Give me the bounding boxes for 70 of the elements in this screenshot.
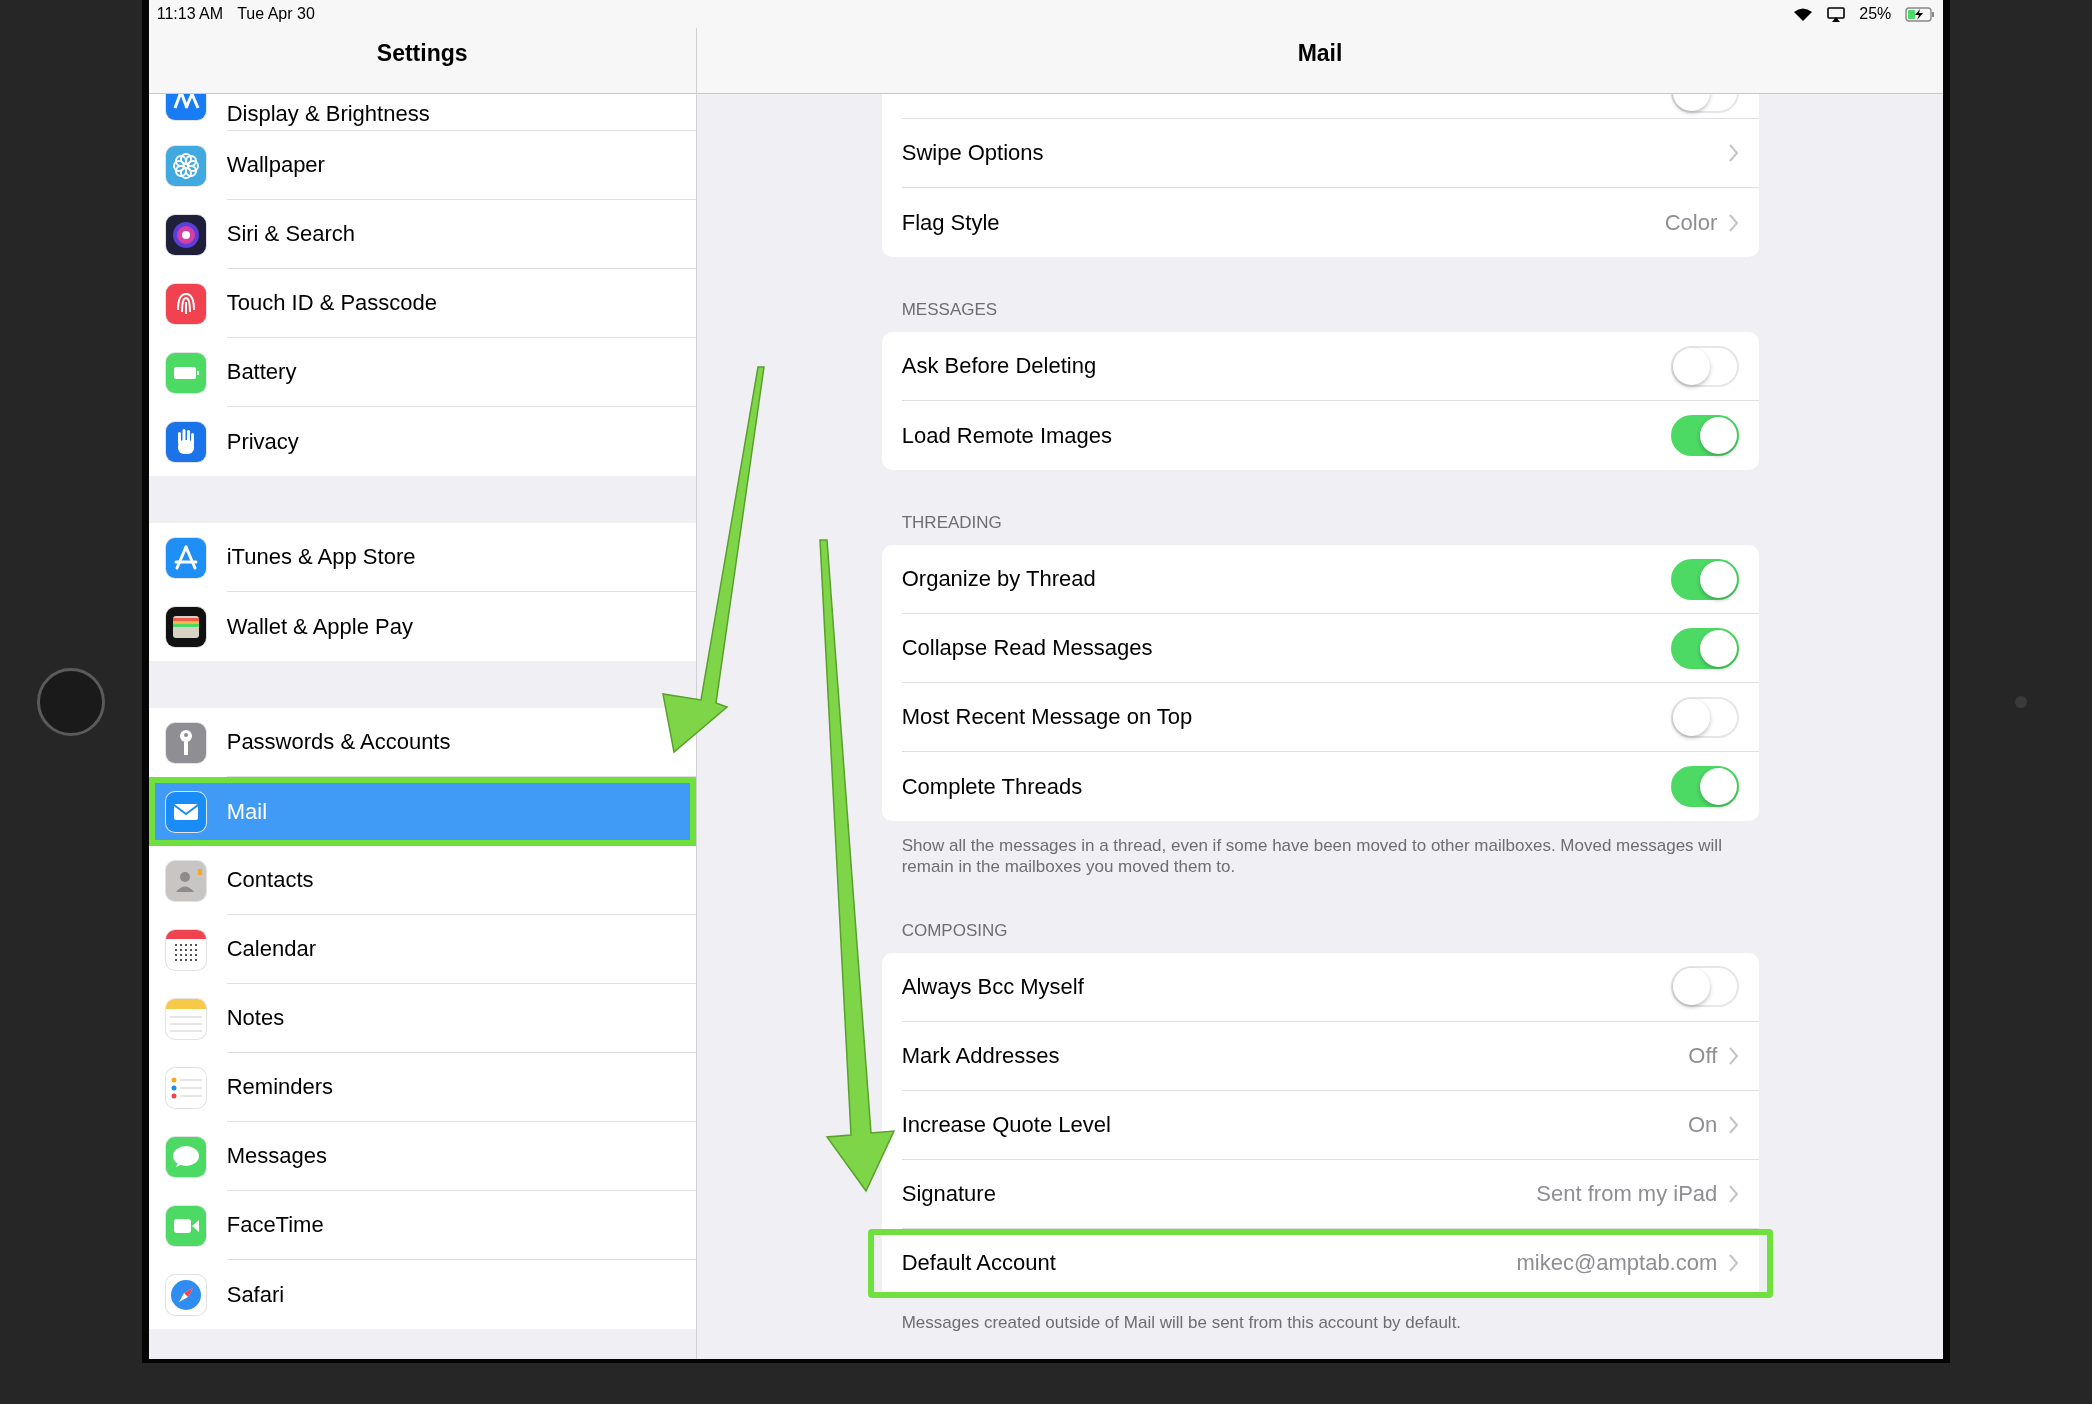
row-label: Increase Quote Level bbox=[901, 1111, 1112, 1138]
settings-row[interactable]: Signature Sent from my iPad bbox=[881, 1159, 1760, 1229]
speech-bubble-icon bbox=[165, 1136, 206, 1177]
section-header: COMPOSING bbox=[901, 920, 1009, 941]
letter-a-icon bbox=[165, 537, 206, 578]
battery-charging-icon bbox=[1905, 6, 1936, 22]
notepad-icon bbox=[165, 998, 206, 1039]
row-label: Swipe Options bbox=[901, 140, 1045, 166]
status-time: 11:13 AM bbox=[156, 5, 224, 23]
chevron-icon bbox=[1729, 1115, 1740, 1134]
orb-icon bbox=[165, 214, 206, 255]
row-value: Off bbox=[1688, 1042, 1718, 1069]
settings-row[interactable]: Ask Before Deleting bbox=[881, 332, 1760, 401]
row-label: Flag Style bbox=[901, 209, 1001, 236]
row-label: Load Remote Images bbox=[901, 422, 1114, 449]
battery-percentage: 25% bbox=[1859, 5, 1892, 23]
page-title: Mail bbox=[1297, 40, 1343, 68]
row-label: Always Bcc Myself bbox=[901, 973, 1085, 1000]
row-value: Sent from my iPad bbox=[1536, 1180, 1718, 1207]
footnote: Show all the messages in a thread, even if some have been moved to other mailboxes. Moved messages will remain in the mailboxes you moved them to. bbox=[900, 835, 1723, 878]
row-label: Collapse Read Messages bbox=[901, 635, 1154, 661]
sidebar-title: Settings bbox=[376, 40, 468, 68]
section-header: THREADING bbox=[901, 513, 1003, 533]
row-label: Complete Threads bbox=[901, 773, 1084, 800]
contact-card-icon bbox=[165, 860, 206, 901]
toggle-switch[interactable] bbox=[1671, 558, 1740, 600]
chevron-icon bbox=[1729, 1184, 1740, 1203]
chevron-icon bbox=[1729, 213, 1740, 232]
row-label: Ask Before Deleting bbox=[901, 353, 1098, 379]
toggle-switch[interactable] bbox=[1671, 415, 1740, 456]
row-value: Color bbox=[1664, 209, 1718, 236]
settings-row[interactable]: Most Recent Message on Top bbox=[881, 683, 1760, 752]
settings-row[interactable]: Collapse Read Messages bbox=[881, 614, 1760, 683]
footnote: Messages created outside of Mail will be sent from this account by default. bbox=[900, 1311, 1463, 1333]
fingerprint-icon bbox=[165, 283, 206, 324]
flower-icon bbox=[165, 145, 206, 186]
row-label: Default Account bbox=[901, 1250, 1057, 1276]
row-label: Organize by Thread bbox=[901, 566, 1097, 592]
row-label: Mark Addresses bbox=[901, 1042, 1061, 1069]
row-value: On bbox=[1687, 1111, 1718, 1138]
toggle-switch[interactable] bbox=[1671, 766, 1740, 807]
video-camera-icon bbox=[165, 1205, 206, 1246]
settings-row[interactable]: Mark Addresses Off bbox=[881, 1021, 1760, 1091]
settings-row[interactable]: Organize by Thread bbox=[881, 545, 1760, 614]
wifi-icon bbox=[1793, 6, 1814, 22]
battery-icon bbox=[165, 352, 206, 393]
settings-row[interactable]: Default Account mikec@amptab.com bbox=[867, 1228, 1774, 1298]
settings-row[interactable]: Load Remote Images bbox=[881, 401, 1760, 470]
row-value: mikec@amptab.com bbox=[1516, 1250, 1718, 1276]
calendar-icon bbox=[165, 929, 206, 970]
key-icon bbox=[165, 722, 206, 763]
settings-row[interactable]: Always Bcc Myself bbox=[881, 952, 1760, 1022]
row-label: Most Recent Message on Top bbox=[901, 704, 1194, 730]
toggle-switch[interactable] bbox=[1671, 627, 1740, 669]
settings-row[interactable]: Flag Style Color bbox=[881, 188, 1760, 257]
checklist-icon bbox=[165, 1067, 206, 1108]
chevron-icon bbox=[1729, 1254, 1740, 1272]
row-label: Signature bbox=[901, 1180, 997, 1207]
screen-mirroring-icon bbox=[1827, 6, 1846, 22]
envelope-icon bbox=[165, 791, 206, 832]
hand-icon bbox=[165, 421, 206, 462]
chevron-icon bbox=[1729, 144, 1740, 162]
status-date: Tue Apr 30 bbox=[237, 5, 315, 23]
compass-icon bbox=[165, 1274, 206, 1315]
section-header: MESSAGES bbox=[901, 300, 999, 320]
chevron-icon bbox=[1729, 1046, 1740, 1065]
settings-row[interactable]: Complete Threads bbox=[881, 752, 1760, 821]
settings-row[interactable]: Increase Quote Level On bbox=[881, 1090, 1760, 1160]
settings-row[interactable]: Swipe Options bbox=[881, 119, 1760, 188]
wallet-icon bbox=[165, 606, 206, 647]
